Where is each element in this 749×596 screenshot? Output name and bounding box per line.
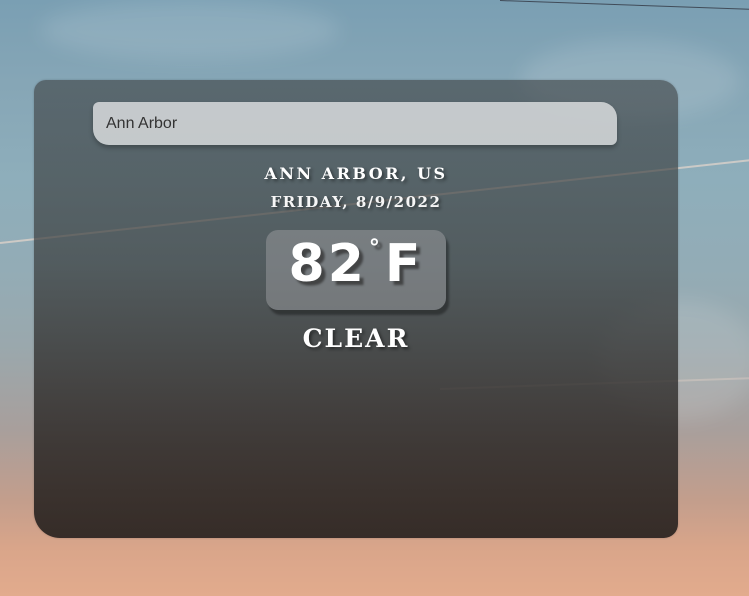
date-label: FRIDAY, 8/9/2022 — [270, 193, 442, 211]
temperature-unit: F — [384, 234, 424, 294]
temperature-box: 82°F — [266, 230, 446, 310]
weather-condition: CLEAR — [302, 324, 410, 353]
temperature-display: 82°F — [266, 234, 446, 294]
background-wire — [499, 0, 749, 11]
search-input[interactable] — [106, 102, 606, 145]
search-box[interactable] — [93, 102, 617, 145]
background-cloud — [40, 0, 340, 60]
weather-card: ANN ARBOR, US FRIDAY, 8/9/2022 82°F CLEA… — [34, 80, 678, 538]
temperature-value: 82 — [288, 234, 367, 294]
degree-symbol: ° — [368, 236, 383, 261]
location-label: ANN ARBOR, US — [264, 164, 448, 183]
